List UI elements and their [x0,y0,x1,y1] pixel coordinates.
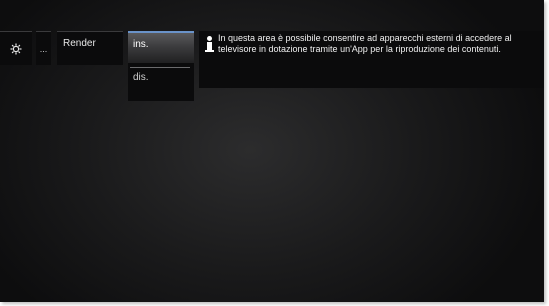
render-menu-item[interactable]: Render [57,31,123,65]
option-ins-label: ins. [133,39,149,50]
option-dis-label: dis. [133,72,149,83]
gear-icon [10,43,22,54]
render-label: Render [63,38,96,49]
option-ins[interactable]: ins. [128,31,194,63]
info-panel: In questa area è possibile consentire ad… [199,31,544,88]
info-icon [205,36,215,54]
menu-ellipsis-tile[interactable]: ... [36,31,51,65]
option-dis[interactable]: dis. [128,69,194,95]
tv-screen: ... Render ins. dis. In questa area è po… [0,0,544,302]
option-divider [130,67,190,68]
settings-tile[interactable] [0,31,32,65]
render-options-dropdown: ins. dis. [128,31,194,101]
info-text: In questa area è possibile consentire ad… [218,33,512,54]
ellipsis-label: ... [39,43,48,54]
